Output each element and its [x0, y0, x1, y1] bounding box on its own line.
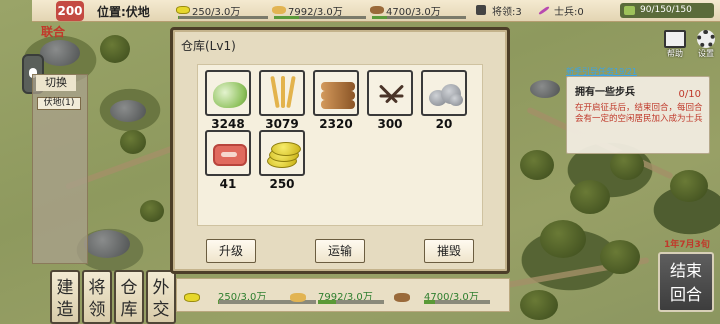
map-rock: [40, 40, 80, 66]
wood-icon: [370, 6, 384, 14]
bottom-resource-coin: 250/3.0万: [218, 288, 316, 304]
location-label: 位置:伏地: [97, 5, 150, 19]
top-resource-bar: [274, 16, 366, 19]
wheat-icon: [259, 70, 305, 116]
item-count: 41: [219, 177, 237, 191]
generals-count: 将领:3: [476, 2, 536, 20]
quest-progress: 0/10: [678, 89, 701, 100]
warehouse-button-label: 库: [120, 300, 138, 320]
population-box: 90/150/150: [620, 3, 714, 18]
diplomacy-button-label: 交: [152, 300, 170, 320]
help-button[interactable]: 帮助: [661, 30, 689, 64]
coin-icon: [176, 6, 190, 14]
top-resource-grain: 7992/3.0万: [272, 2, 366, 20]
diplomacy-button-label: 外: [152, 278, 170, 298]
top-resource-coin: 250/3.0万: [176, 2, 268, 20]
union-label[interactable]: 联合: [41, 23, 65, 40]
generals-button-label: 领: [88, 300, 106, 320]
item-count: 20: [435, 117, 453, 131]
build-button[interactable]: 建 造: [50, 270, 80, 324]
bottom-resource-fill: [424, 300, 490, 304]
level-badge[interactable]: 200: [56, 1, 84, 21]
build-button-label: 建: [56, 278, 74, 298]
warehouse-button[interactable]: 仓 库: [114, 270, 144, 324]
cabbage-icon: [205, 70, 251, 116]
settings-button[interactable]: 设置: [692, 30, 720, 64]
bottom-resource-fill: [318, 300, 384, 304]
map-tree: [570, 180, 610, 214]
general-icon: [476, 5, 486, 15]
settings-label: 设置: [698, 49, 714, 58]
top-resource-wood: 4700/3.0万: [370, 2, 466, 20]
bottom-resource-grain: 7992/3.0万: [318, 288, 384, 304]
inventory-item[interactable]: 250: [259, 130, 305, 191]
generals-text: 将领:3: [492, 7, 522, 18]
inventory-item[interactable]: 2320: [313, 70, 359, 131]
map-rock: [84, 230, 130, 258]
map-tree: [540, 220, 586, 258]
generals-button-label: 将: [88, 278, 106, 298]
item-count: 300: [377, 117, 403, 131]
meat-icon: [205, 130, 251, 176]
diplomacy-button[interactable]: 外 交: [146, 270, 176, 324]
quest-name: 拥有一些步兵: [575, 87, 635, 98]
map-tree: [140, 200, 164, 222]
inventory-item[interactable]: 3248: [205, 70, 251, 131]
iron-icon: [367, 70, 413, 116]
wood-icon: [313, 70, 359, 116]
item-count: 3079: [265, 117, 299, 131]
inventory-item[interactable]: 300: [367, 70, 413, 131]
build-button-label: 造: [56, 300, 74, 320]
map-tree: [520, 290, 558, 320]
territory-button[interactable]: 伏地(1): [37, 97, 81, 110]
bottom-resource-wood: 4700/3.0万: [424, 288, 490, 304]
population-icon: [624, 6, 635, 15]
gear-icon: [697, 30, 715, 48]
item-count: 250: [269, 177, 295, 191]
top-resource-bar: [178, 16, 268, 19]
wheat-icon: [290, 293, 306, 302]
map-tree: [120, 130, 146, 154]
item-count: 2320: [319, 117, 353, 131]
end-turn-label: 回合: [669, 285, 702, 304]
wood-icon: [394, 293, 410, 302]
population-text: 90/150/150: [640, 5, 692, 15]
soldiers-text: 士兵:0: [554, 7, 584, 18]
destroy-button[interactable]: 摧毁: [424, 239, 474, 263]
map-rock: [530, 80, 560, 98]
sword-icon: [538, 5, 550, 16]
book-icon: [664, 30, 686, 48]
soldiers-count: 士兵:0: [538, 2, 598, 20]
top-resource-bar: [372, 16, 466, 19]
map-tree: [610, 150, 644, 180]
upgrade-button[interactable]: 升级: [206, 239, 256, 263]
generals-button[interactable]: 将 领: [82, 270, 112, 324]
stone-icon: [421, 70, 467, 116]
map-rock: [110, 100, 146, 122]
wheat-icon: [272, 6, 286, 14]
end-turn-label: 结束: [669, 261, 702, 280]
coin-icon: [259, 130, 305, 176]
inventory-item[interactable]: 41: [205, 130, 251, 191]
dialog-title: 仓库(Lv1): [181, 39, 236, 53]
coin-icon: [184, 293, 200, 302]
quest-panel[interactable]: 拥有一些步兵 0/10 在开启征兵后，结束回合，每回合会有一定的空闲居民加入成为…: [566, 76, 710, 154]
map-tree: [670, 170, 708, 202]
transport-button[interactable]: 运输: [315, 239, 365, 263]
inventory-item[interactable]: 20: [421, 70, 467, 131]
map-tree: [520, 150, 554, 180]
end-turn-button[interactable]: 结束 回合: [658, 252, 714, 312]
inventory-item[interactable]: 3079: [259, 70, 305, 131]
map-tree: [600, 240, 640, 274]
warehouse-button-label: 仓: [120, 278, 138, 298]
help-label: 帮助: [667, 49, 683, 58]
switch-tab[interactable]: 切换: [36, 75, 76, 91]
date-label: 1年7月3旬: [664, 240, 710, 250]
item-count: 3248: [211, 117, 245, 131]
quest-description: 在开启征兵后，结束回合，每回合会有一定的空闲居民加入成为士兵: [575, 103, 703, 124]
map-tree: [100, 35, 130, 63]
